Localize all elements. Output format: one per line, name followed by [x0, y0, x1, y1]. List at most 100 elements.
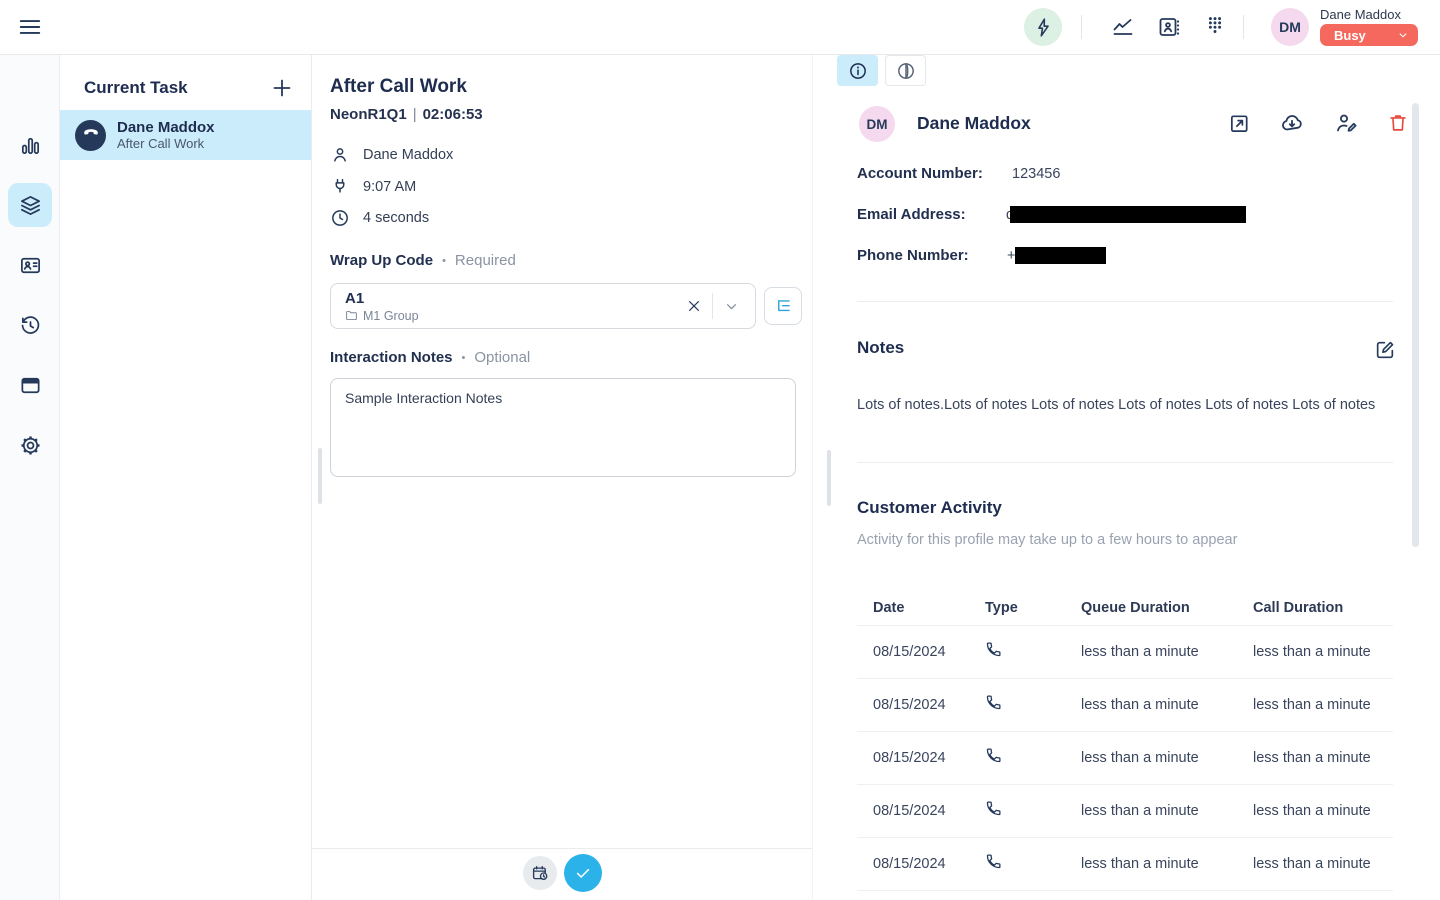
activity-call-duration: less than a minute: [1253, 644, 1393, 660]
settings-gear-icon: [19, 434, 42, 457]
wrap-up-group-row: M1 Group: [345, 309, 680, 323]
profile-avatar: DM: [859, 106, 895, 142]
task-duration: 4 seconds: [363, 210, 429, 226]
nav-dashboard[interactable]: [8, 123, 52, 167]
wrap-up-tree-button[interactable]: [764, 287, 802, 325]
wrap-up-select[interactable]: A1 M1 Group: [330, 283, 756, 329]
info-icon: [848, 61, 868, 81]
person-edit-icon: [1334, 111, 1358, 135]
wrap-up-dropdown-button[interactable]: [717, 292, 745, 320]
contact-meta-row: Dane Maddox: [330, 145, 453, 165]
account-number-value: 123456: [1012, 166, 1060, 182]
user-avatar[interactable]: DM: [1271, 8, 1309, 46]
email-label: Email Address:: [857, 206, 1012, 223]
bullet: •: [442, 255, 446, 267]
activity-table-row[interactable]: 08/15/2024 less than a minute less than …: [857, 626, 1393, 679]
interaction-notes-input[interactable]: Sample Interaction Notes: [330, 378, 796, 477]
menu-icon[interactable]: [16, 13, 44, 41]
col-call-duration: Call Duration: [1253, 600, 1393, 616]
activity-date: 08/15/2024: [873, 750, 985, 766]
section-divider: [857, 462, 1393, 463]
quick-actions-button[interactable]: [1024, 8, 1062, 46]
task-timer: 02:06:53: [423, 106, 483, 123]
activity-table-row[interactable]: 08/15/2024 less than a minute less than …: [857, 785, 1393, 838]
activity-table-row[interactable]: 08/15/2024 less than a minute less than …: [857, 838, 1393, 891]
check-icon: [573, 863, 593, 883]
current-task-panel: Current Task Dane Maddox After Call Work: [60, 55, 312, 900]
subtitle-separator: |: [407, 106, 423, 123]
wrap-up-group: M1 Group: [363, 309, 419, 323]
nav-settings[interactable]: [8, 423, 52, 467]
task-list-item[interactable]: Dane Maddox After Call Work: [60, 110, 311, 160]
duration-row: 4 seconds: [330, 208, 429, 228]
activity-date: 08/15/2024: [873, 697, 985, 713]
email-row: Email Address: d: [857, 206, 1246, 223]
edit-profile-button[interactable]: [1334, 111, 1358, 135]
schedule-calendar-icon: [531, 864, 549, 882]
topbar-divider: [1243, 15, 1244, 39]
tab-profile-info[interactable]: [837, 55, 878, 86]
topbar: DM Dane Maddox Busy: [0, 0, 1440, 55]
analytics-button[interactable]: [1110, 14, 1136, 40]
contacts-button[interactable]: [1156, 14, 1182, 40]
analytics-chart-icon: [1111, 15, 1135, 39]
edit-note-icon: [1374, 339, 1396, 361]
start-time-row: 9:07 AM: [330, 177, 416, 197]
layers-icon: [19, 194, 42, 217]
clock-icon: [330, 208, 350, 228]
activity-table-row[interactable]: 08/15/2024 less than a minute less than …: [857, 732, 1393, 785]
select-divider: [712, 293, 713, 319]
call-icon: [985, 853, 1081, 875]
download-profile-button[interactable]: [1280, 111, 1304, 135]
nav-tasks[interactable]: [8, 183, 52, 227]
task-avatar: [75, 120, 106, 151]
detail-scrollbar-thumb[interactable]: [318, 448, 322, 504]
bar-chart-icon: [19, 134, 42, 157]
open-profile-button[interactable]: [1227, 111, 1251, 135]
contrast-icon: [896, 61, 916, 81]
profile-scrollbar-thumb[interactable]: [827, 450, 831, 506]
current-task-header: Current Task: [84, 75, 295, 101]
activity-date: 08/15/2024: [873, 803, 985, 819]
clear-wrap-up-button[interactable]: [680, 292, 708, 320]
main-scrollbar-thumb[interactable]: [1412, 103, 1419, 547]
activity-queue-duration: less than a minute: [1081, 803, 1253, 819]
task-item-name: Dane Maddox: [117, 119, 215, 136]
user-name: Dane Maddox: [1320, 7, 1401, 22]
phone-row: Phone Number: +: [857, 247, 1106, 264]
nav-history[interactable]: [8, 303, 52, 347]
tab-profile-compare[interactable]: [885, 55, 926, 86]
notes-title: Notes: [857, 338, 904, 358]
task-detail-title: After Call Work: [330, 76, 467, 98]
activity-table-row[interactable]: 08/15/2024 less than a minute less than …: [857, 679, 1393, 732]
optional-label: Optional: [474, 349, 530, 366]
open-in-new-icon: [1228, 112, 1251, 135]
activity-table: Date Type Queue Duration Call Duration 0…: [857, 590, 1393, 891]
nav-contacts[interactable]: [8, 243, 52, 287]
notes-text: Lots of notes.Lots of notes Lots of note…: [857, 395, 1390, 415]
edit-notes-button[interactable]: [1373, 338, 1397, 362]
nav-browser[interactable]: [8, 363, 52, 407]
call-icon: [985, 694, 1081, 716]
call-icon: [985, 641, 1081, 663]
app-window: DM Dane Maddox Busy: [0, 0, 1440, 900]
add-task-button[interactable]: [269, 75, 295, 101]
profile-avatar-initials: DM: [867, 117, 888, 132]
wrap-up-value: A1: [345, 290, 680, 307]
complete-task-button[interactable]: [564, 854, 602, 892]
user-avatar-initials: DM: [1279, 19, 1301, 35]
delete-profile-button[interactable]: [1386, 111, 1410, 135]
status-dropdown[interactable]: Busy: [1320, 24, 1418, 46]
required-label: Required: [455, 252, 516, 269]
schedule-button[interactable]: [523, 856, 557, 890]
dialpad-button[interactable]: [1202, 14, 1228, 40]
activity-queue-duration: less than a minute: [1081, 644, 1253, 660]
plug-icon: [330, 177, 350, 197]
profile-panel: DM Dane Maddox Account Number: 123456: [812, 55, 1440, 900]
chevron-down-icon: [723, 298, 740, 315]
redaction-bar: [1010, 206, 1246, 223]
wrap-up-selected: A1 M1 Group: [345, 290, 680, 323]
trash-icon: [1387, 112, 1409, 134]
phone-label: Phone Number:: [857, 247, 1012, 264]
customer-activity-subtitle: Activity for this profile may take up to…: [857, 532, 1237, 548]
